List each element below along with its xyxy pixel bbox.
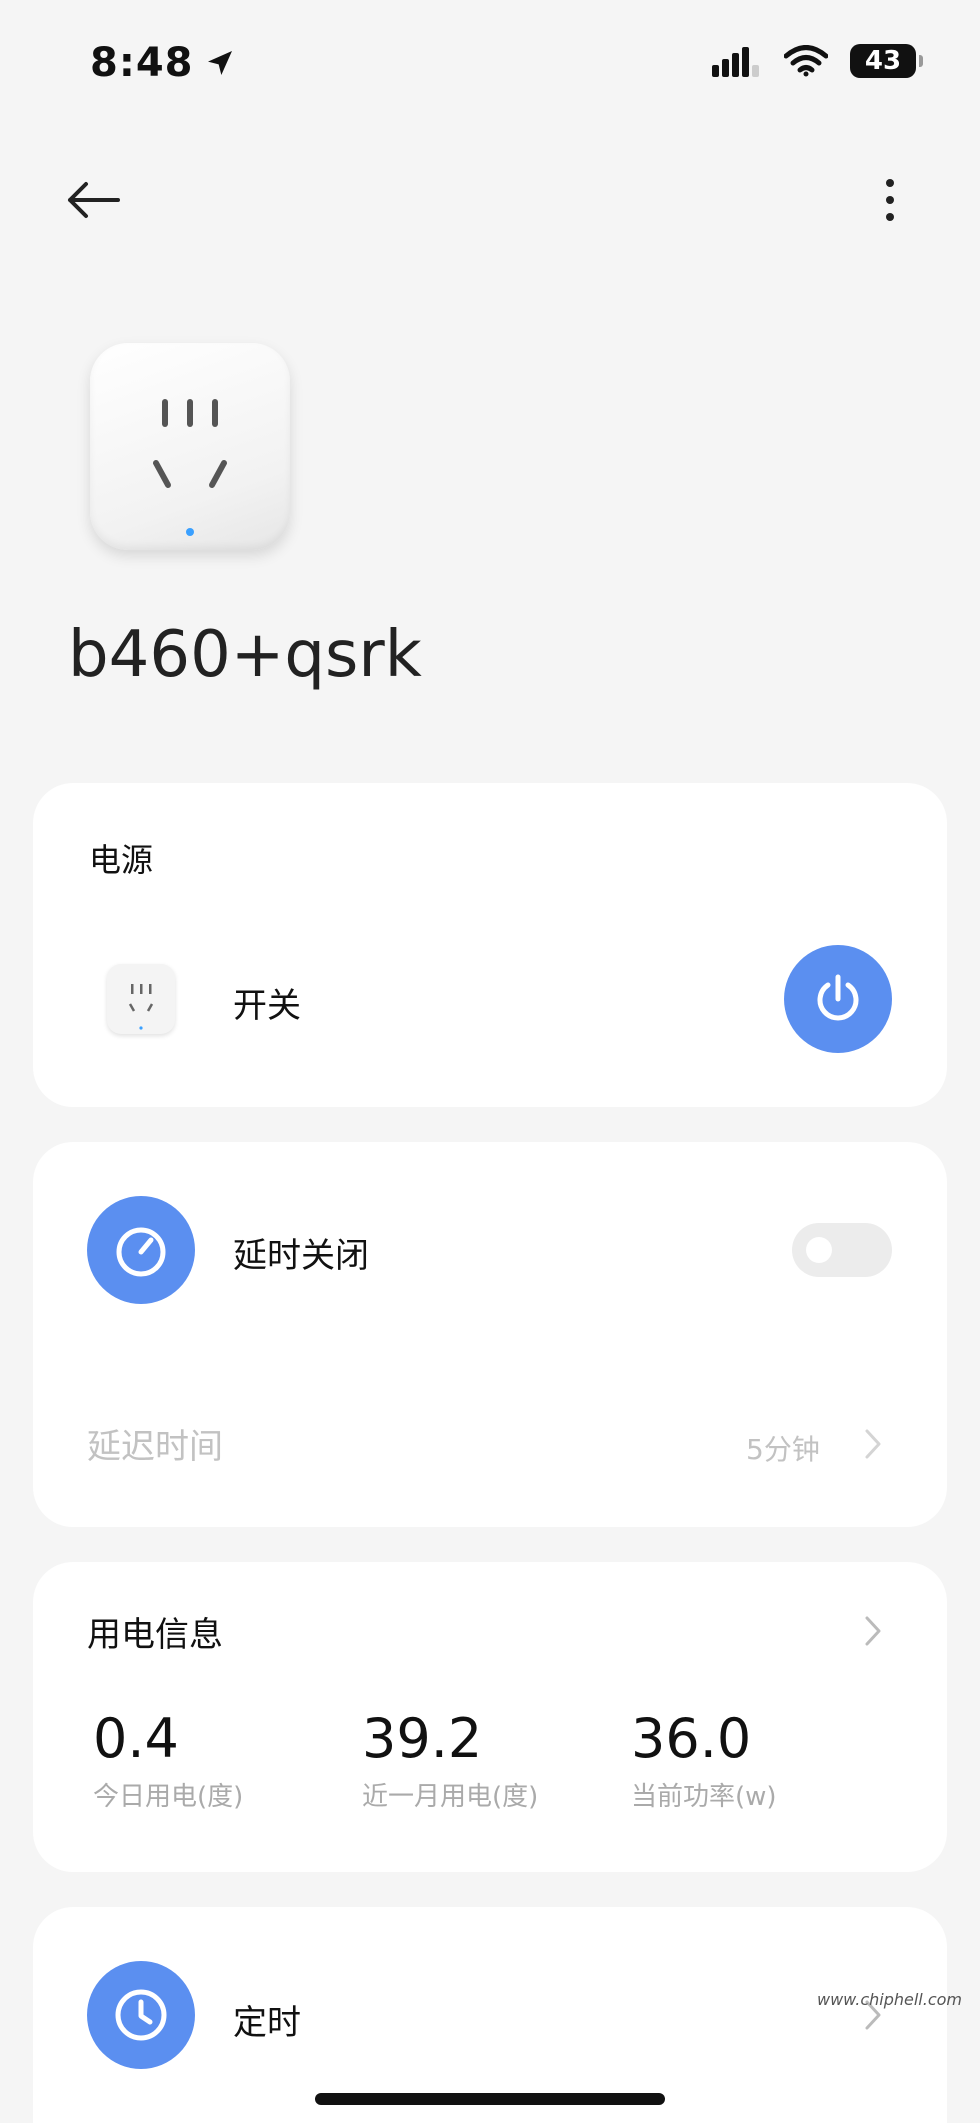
power-info-chevron-icon [863, 1615, 883, 1651]
more-options-button[interactable] [870, 170, 910, 230]
timer-card[interactable]: 定时 [33, 1907, 947, 2123]
back-arrow-icon [68, 182, 120, 218]
stat-month-label: 近一月用电(度) [362, 1782, 539, 1812]
more-vertical-icon [886, 179, 894, 221]
timer-icon-circle [87, 1961, 195, 2069]
device-name: b460+qsrk [68, 618, 422, 692]
stopwatch-icon [116, 1227, 166, 1277]
power-icon [817, 974, 859, 1021]
stat-today-label: 今日用电(度) [93, 1782, 244, 1812]
battery-icon: 43 [850, 44, 923, 78]
power-card: 电源 开关 [33, 783, 947, 1107]
delay-time-value[interactable]: 5分钟 [746, 1428, 820, 1468]
status-icons: 43 [712, 44, 923, 78]
power-info-title: 用电信息 [87, 1615, 223, 1655]
stat-current-power: 36.0 当前功率(w) [631, 1707, 777, 1813]
delay-off-toggle[interactable] [792, 1223, 892, 1277]
stat-current-power-value: 36.0 [631, 1707, 752, 1770]
home-indicator[interactable] [315, 2093, 665, 2105]
time-text: 8:48 [90, 40, 194, 86]
delay-icon-circle [87, 1196, 195, 1304]
socket-icon [128, 984, 154, 1030]
delay-off-label: 延时关闭 [233, 1236, 369, 1276]
battery-level: 43 [864, 46, 902, 76]
toggle-knob [806, 1237, 832, 1263]
watermark: www.chiphell.com [817, 1990, 962, 2009]
stat-month: 39.2 近一月用电(度) [362, 1707, 538, 1813]
power-card-title: 电源 [89, 841, 154, 879]
timer-label: 定时 [233, 2003, 301, 2043]
delay-time-chevron-icon [863, 1428, 883, 1464]
signal-icon [712, 47, 759, 77]
switch-label: 开关 [233, 986, 301, 1026]
stat-today: 0.4 今日用电(度) [93, 1707, 243, 1813]
wifi-icon [784, 45, 828, 77]
status-time: 8:48 [90, 40, 236, 86]
clock-icon [115, 1989, 167, 2041]
socket-icon [153, 399, 227, 536]
stat-current-power-label: 当前功率(w) [631, 1782, 777, 1812]
stat-month-value: 39.2 [362, 1707, 483, 1770]
device-image [90, 343, 290, 550]
power-info-card[interactable]: 用电信息 0.4 今日用电(度) 39.2 近一月用电(度) 36.0 当前功率… [33, 1562, 947, 1872]
delay-off-card: 延时关闭 延迟时间 5分钟 [33, 1142, 947, 1527]
power-toggle-button[interactable] [784, 945, 892, 1053]
stat-today-value: 0.4 [93, 1707, 179, 1770]
back-button[interactable] [58, 170, 128, 230]
location-arrow-icon [207, 51, 232, 75]
delay-time-label: 延迟时间 [87, 1427, 223, 1467]
switch-device-thumbnail [107, 964, 175, 1034]
